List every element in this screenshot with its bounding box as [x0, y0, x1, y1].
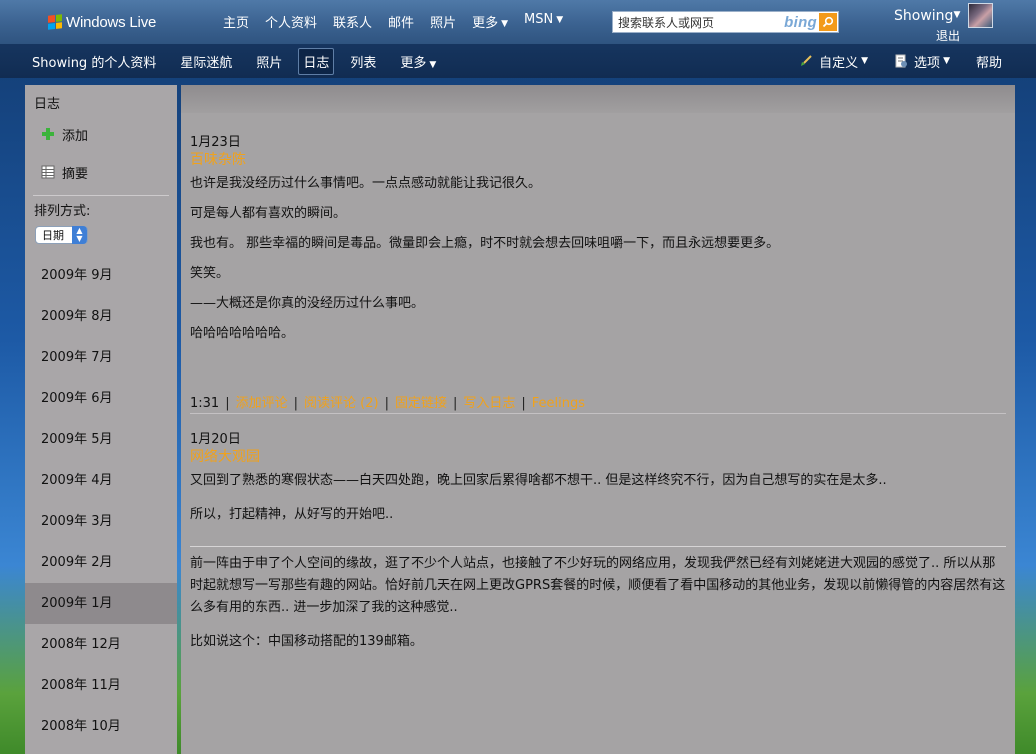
top-nav-more[interactable]: 更多 ▼ [472, 12, 508, 31]
tab-photos[interactable]: 照片 [252, 49, 286, 74]
post-paragraph: ——大概还是你真的没经历过什么事吧。 [190, 296, 425, 311]
permalink-link[interactable]: 固定链接 [395, 396, 447, 411]
user-menu[interactable]: Showing▼ 退出 [894, 8, 961, 43]
month-archive-item[interactable]: 2009年 5月 [25, 419, 177, 460]
top-bar: Windows Live 主页 个人资料 联系人 邮件 照片 更多 ▼ MSN ▼ … [0, 0, 1036, 44]
bing-logo: bing [784, 13, 817, 31]
month-archive-item[interactable]: 2008年 12月 [25, 624, 177, 665]
post-title-link[interactable]: 百味杂陈 [190, 149, 1006, 168]
tab-lists[interactable]: 列表 [346, 49, 380, 74]
month-archive-item[interactable]: 2008年 11月 [25, 665, 177, 706]
logout-link[interactable]: 退出 [936, 27, 960, 44]
post-paragraph: 我也有。 那些幸福的瞬间是毒品。微量即会上瘾，时不时就会想去回味咀嚼一下，而且永… [190, 236, 780, 251]
avatar[interactable] [968, 3, 993, 28]
tab-star-trek[interactable]: 星际迷航 [176, 49, 236, 74]
sidebar-title: 日志 [34, 97, 61, 112]
search-box[interactable]: 搜索联系人或网页 bing [612, 11, 839, 33]
plus-icon [42, 128, 54, 140]
add-entry-label: 添加 [62, 128, 89, 144]
top-nav-home[interactable]: 主页 [223, 12, 249, 31]
month-archive-item[interactable]: 2008年 10月 [25, 706, 177, 747]
summary-list-icon [41, 165, 55, 179]
divider [190, 546, 1006, 547]
month-archive-item[interactable]: 2009年 4月 [25, 460, 177, 501]
sort-select-value: 日期 [42, 229, 64, 242]
tab-more[interactable]: 更多 ▼ [396, 49, 440, 74]
post-paragraph: 也许是我没经历过什么事情吧。一点点感动就能让我记很久。 [190, 176, 542, 191]
post-paragraph: 笑笑。 [190, 266, 230, 281]
post-paragraph: 前一阵由于申了个人空间的缘故，逛了不少个人站点，也接触了不少好玩的网络应用，发现… [190, 556, 1006, 615]
caret-down-icon: ▼ [429, 59, 437, 70]
blog-sidebar: 日志 添加 摘要 排列方式: 日期 ▲ ▼ 2009年 9月 2009年 8月 200… [25, 85, 177, 754]
post-paragraph: 哈哈哈哈哈哈哈。 [190, 326, 295, 341]
select-arrows-icon: ▲ ▼ [72, 226, 87, 244]
month-archive-item[interactable]: 2009年 1月 [25, 583, 177, 624]
blog-content: 1月23日 百味杂陈 也许是我没经历过什么事情吧。一点点感动就能让我记很久。 可… [181, 85, 1015, 754]
month-archive-item[interactable]: 2009年 6月 [25, 378, 177, 419]
month-archive-list: 2009年 9月 2009年 8月 2009年 7月 2009年 6月 2009年 5月… [25, 255, 177, 747]
post-footer: 1:31 | 添加评论 | 阅读评论 (2) | 固定链接 | 写入日志 | Feelings [190, 392, 1006, 414]
caret-down-icon: ▼ [501, 19, 509, 29]
read-comments-link[interactable]: 阅读评论 (2) [304, 396, 379, 411]
help-link[interactable]: 帮助 [972, 49, 1006, 74]
post-date: 1月20日 [190, 432, 241, 447]
top-nav-msn[interactable]: MSN ▼ [524, 12, 563, 31]
month-archive-item[interactable]: 2009年 7月 [25, 337, 177, 378]
blog-post: 1月20日 网络大观园 又回到了熟悉的寒假状态——白天四处跑，晚上回家后累得啥都… [181, 428, 1015, 651]
top-nav: 主页 个人资料 联系人 邮件 照片 更多 ▼ MSN ▼ [223, 12, 579, 31]
post-paragraph: 又回到了熟悉的寒假状态——白天四处跑，晚上回家后累得啥都不想干.. 但是这样终究… [190, 473, 887, 488]
post-date: 1月23日 [190, 135, 241, 150]
summary-view-button[interactable]: 摘要 [25, 153, 177, 191]
search-input[interactable]: 搜索联系人或网页 [613, 14, 784, 31]
top-nav-contacts[interactable]: 联系人 [333, 12, 372, 31]
caret-down-icon: ▼ [556, 15, 564, 25]
add-comment-link[interactable]: 添加评论 [236, 396, 288, 411]
tab-profile[interactable]: Showing 的个人资料 [32, 49, 160, 74]
summary-label: 摘要 [62, 166, 89, 182]
month-archive-item[interactable]: 2009年 3月 [25, 501, 177, 542]
search-icon [822, 16, 834, 28]
caret-down-icon: ▼ [943, 56, 950, 66]
post-paragraph: 比如说这个：中国移动搭配的139邮箱。 [190, 634, 423, 649]
content-header-band [181, 85, 1015, 113]
top-nav-photos[interactable]: 照片 [430, 12, 456, 31]
month-archive-item[interactable]: 2009年 8月 [25, 296, 177, 337]
user-name[interactable]: Showing [894, 8, 953, 24]
post-title-link[interactable]: 网络大观园 [190, 446, 1006, 465]
windows-flag-icon [48, 14, 62, 30]
sort-label: 排列方式: [34, 204, 91, 219]
options-menu[interactable]: 选项 ▼ [890, 49, 954, 74]
month-archive-item[interactable]: 2009年 2月 [25, 542, 177, 583]
tab-blog[interactable]: 日志 [298, 47, 335, 75]
logo-text: Windows Live [66, 13, 157, 31]
caret-down-icon: ▼ [861, 56, 869, 66]
customize-menu[interactable]: 自定义 ▼ [795, 49, 872, 74]
caret-down-icon: ▼ [953, 10, 961, 20]
post-paragraph: 所以，打起精神，从好写的开始吧.. [190, 507, 394, 522]
paintbrush-icon [801, 55, 812, 66]
windows-live-logo[interactable]: Windows Live [48, 12, 156, 32]
month-archive-item[interactable]: 2009年 9月 [25, 255, 177, 296]
post-time: 1:31 [190, 396, 220, 411]
top-nav-mail[interactable]: 邮件 [388, 12, 414, 31]
post-paragraph: 可是每人都有喜欢的瞬间。 [190, 206, 347, 221]
sort-select[interactable]: 日期 ▲ ▼ [35, 226, 88, 244]
options-page-icon [895, 54, 908, 68]
blog-post: 1月23日 百味杂陈 也许是我没经历过什么事情吧。一点点感动就能让我记很久。 可… [181, 131, 1015, 414]
add-entry-button[interactable]: 添加 [25, 115, 177, 153]
profile-nav: Showing 的个人资料 星际迷航 照片 日志 列表 更多 ▼ 自定义 ▼ 选项 ▼… [0, 44, 1036, 78]
search-button[interactable] [819, 13, 837, 31]
blog-this-link[interactable]: 写入日志 [463, 396, 515, 411]
top-nav-profile[interactable]: 个人资料 [265, 12, 317, 31]
category-link[interactable]: Feelings [532, 396, 585, 411]
